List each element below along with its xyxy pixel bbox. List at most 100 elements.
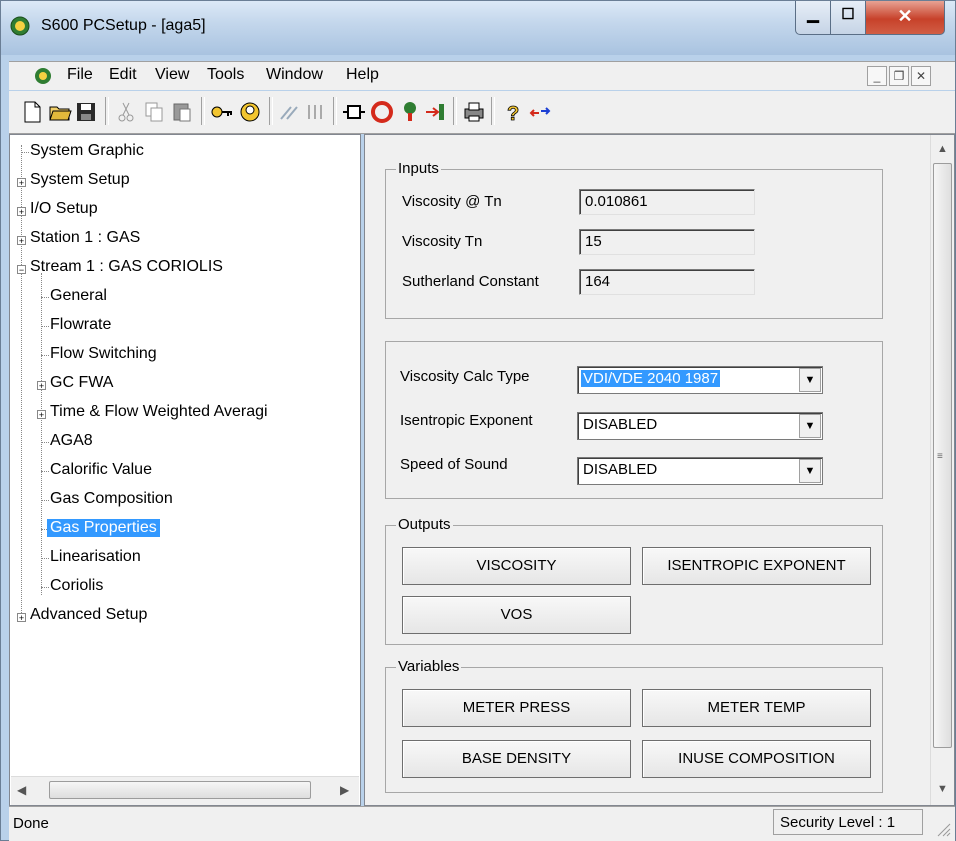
properties-panel: Inputs Viscosity @ Tn 0.010861 Viscosity…	[364, 134, 955, 806]
menu-view[interactable]: View	[155, 66, 189, 84]
document-icon[interactable]	[33, 66, 53, 86]
plug-icon[interactable]	[341, 99, 367, 125]
app-icon	[10, 16, 30, 36]
maximize-button[interactable]: ☐	[830, 1, 866, 35]
mdi-minimize-button[interactable]: _	[867, 66, 887, 86]
chevron-down-icon[interactable]: ▼	[799, 459, 821, 483]
calc-settings-group: Viscosity Calc Type VDI/VDE 2040 1987 ▼ …	[385, 341, 883, 499]
viscosity-calc-type-value: VDI/VDE 2040 1987	[581, 370, 721, 387]
tree-item-gas-composition[interactable]: Gas Composition	[50, 490, 173, 508]
tree-item-gc-fwa[interactable]: GC FWA	[50, 374, 113, 392]
toolbar-separator	[333, 97, 337, 125]
minimize-button[interactable]: ▁	[795, 1, 831, 35]
close-button[interactable]: ✕	[865, 1, 945, 35]
tree-item-aga8[interactable]: AGA8	[50, 432, 93, 450]
viscosity-button[interactable]: VISCOSITY	[402, 547, 631, 585]
expand-icon[interactable]: +	[17, 178, 26, 188]
tree-item-coriolis[interactable]: Coriolis	[50, 577, 103, 595]
navigation-tree[interactable]: System Graphic + System Setup + I/O Setu…	[9, 134, 361, 806]
viscosity-calc-type-label: Viscosity Calc Type	[400, 368, 530, 385]
menu-window[interactable]: Window	[266, 66, 323, 84]
toolbar-separator	[453, 97, 457, 125]
collapse-icon[interactable]: −	[17, 265, 26, 275]
tree-item-gas-properties[interactable]: Gas Properties	[47, 519, 160, 537]
scroll-up-icon[interactable]: ▲	[937, 143, 948, 155]
viscosity-tn-at-field[interactable]: 0.010861	[579, 189, 755, 215]
key-icon[interactable]	[209, 99, 235, 125]
base-density-button[interactable]: BASE DENSITY	[402, 740, 631, 778]
scroll-down-icon[interactable]: ▼	[937, 783, 948, 795]
swap-arrows-icon[interactable]	[527, 99, 553, 125]
scroll-left-icon[interactable]: ◀	[17, 783, 26, 797]
vos-button[interactable]: VOS	[402, 596, 631, 634]
tree-item-flowrate[interactable]: Flowrate	[50, 316, 111, 334]
key-user-icon[interactable]	[237, 99, 263, 125]
tree-line	[41, 500, 49, 501]
expand-icon[interactable]: +	[17, 236, 26, 246]
tree-item-system-setup[interactable]: System Setup	[30, 171, 130, 189]
viscosity-tn-field[interactable]: 15	[579, 229, 755, 255]
chevron-down-icon[interactable]: ▼	[799, 368, 821, 392]
new-file-icon[interactable]	[19, 99, 45, 125]
inuse-composition-button[interactable]: INUSE COMPOSITION	[642, 740, 871, 778]
expand-icon[interactable]: +	[37, 381, 46, 391]
isentropic-exponent-select[interactable]: DISABLED ▼	[577, 412, 823, 440]
tree-item-linearisation[interactable]: Linearisation	[50, 548, 141, 566]
title-bar[interactable]: S600 PCSetup - [aga5] ▁ ☐ ✕	[1, 1, 955, 55]
viscosity-tn-label: Viscosity Tn	[402, 233, 483, 250]
connect-icon[interactable]	[277, 99, 303, 125]
mdi-close-button[interactable]: ✕	[911, 66, 931, 86]
tree-item-advanced-setup[interactable]: Advanced Setup	[30, 606, 147, 624]
scroll-grip-icon: ≡	[937, 451, 943, 462]
resize-grip-icon[interactable]	[935, 821, 951, 837]
equalizer-icon[interactable]	[303, 99, 329, 125]
transmit-icon[interactable]	[397, 99, 423, 125]
menu-help[interactable]: Help	[346, 66, 379, 84]
speed-of-sound-select[interactable]: DISABLED ▼	[577, 457, 823, 485]
open-folder-icon[interactable]	[47, 99, 73, 125]
print-icon[interactable]	[461, 99, 487, 125]
scroll-thumb[interactable]	[49, 781, 311, 799]
security-level: Security Level : 1	[773, 809, 923, 835]
speed-of-sound-label: Speed of Sound	[400, 456, 508, 473]
cut-icon[interactable]	[113, 99, 139, 125]
sutherland-constant-field[interactable]: 164	[579, 269, 755, 295]
menu-file[interactable]: File	[67, 66, 93, 84]
save-icon[interactable]	[73, 99, 99, 125]
tree-horizontal-scrollbar[interactable]: ◀ ▶	[11, 776, 359, 805]
meter-temp-button[interactable]: METER TEMP	[642, 689, 871, 727]
tree-item-system-graphic[interactable]: System Graphic	[30, 142, 144, 160]
toolbar-separator	[201, 97, 205, 125]
upload-icon[interactable]	[423, 99, 449, 125]
tree-item-flow-switching[interactable]: Flow Switching	[50, 345, 157, 363]
tree-item-calorific-value[interactable]: Calorific Value	[50, 461, 152, 479]
tree-line	[41, 442, 49, 443]
tree-item-time-flow-weighted[interactable]: Time & Flow Weighted Averagi	[50, 403, 268, 421]
menu-edit[interactable]: Edit	[109, 66, 137, 84]
expand-icon[interactable]: +	[37, 410, 46, 420]
expand-icon[interactable]: +	[17, 613, 26, 623]
chevron-down-icon[interactable]: ▼	[799, 414, 821, 438]
tree-item-station[interactable]: Station 1 : GAS	[30, 229, 140, 247]
tree-item-general[interactable]: General	[50, 287, 107, 305]
toolbar-separator	[105, 97, 109, 125]
menu-bar: File Edit View Tools Window Help _ ❐ ✕	[9, 61, 955, 90]
meter-press-button[interactable]: METER PRESS	[402, 689, 631, 727]
help-icon[interactable]: ?	[499, 99, 525, 125]
tree-item-io-setup[interactable]: I/O Setup	[30, 200, 98, 218]
expand-icon[interactable]: +	[17, 207, 26, 217]
menu-tools[interactable]: Tools	[207, 66, 244, 84]
copy-icon[interactable]	[141, 99, 167, 125]
isentropic-exponent-button[interactable]: ISENTROPIC EXPONENT	[642, 547, 871, 585]
content-vertical-scrollbar[interactable]: ▲ ≡ ▼	[930, 135, 954, 805]
toolbar-separator	[269, 97, 273, 125]
tree-line	[41, 471, 49, 472]
tree-line	[41, 587, 49, 588]
mdi-restore-button[interactable]: ❐	[889, 66, 909, 86]
viscosity-calc-type-select[interactable]: VDI/VDE 2040 1987 ▼	[577, 366, 823, 394]
stop-icon[interactable]	[369, 99, 395, 125]
paste-icon[interactable]	[169, 99, 195, 125]
tree-item-stream[interactable]: Stream 1 : GAS CORIOLIS	[30, 258, 223, 276]
scroll-right-icon[interactable]: ▶	[340, 783, 349, 797]
svg-text:?: ?	[507, 103, 519, 125]
